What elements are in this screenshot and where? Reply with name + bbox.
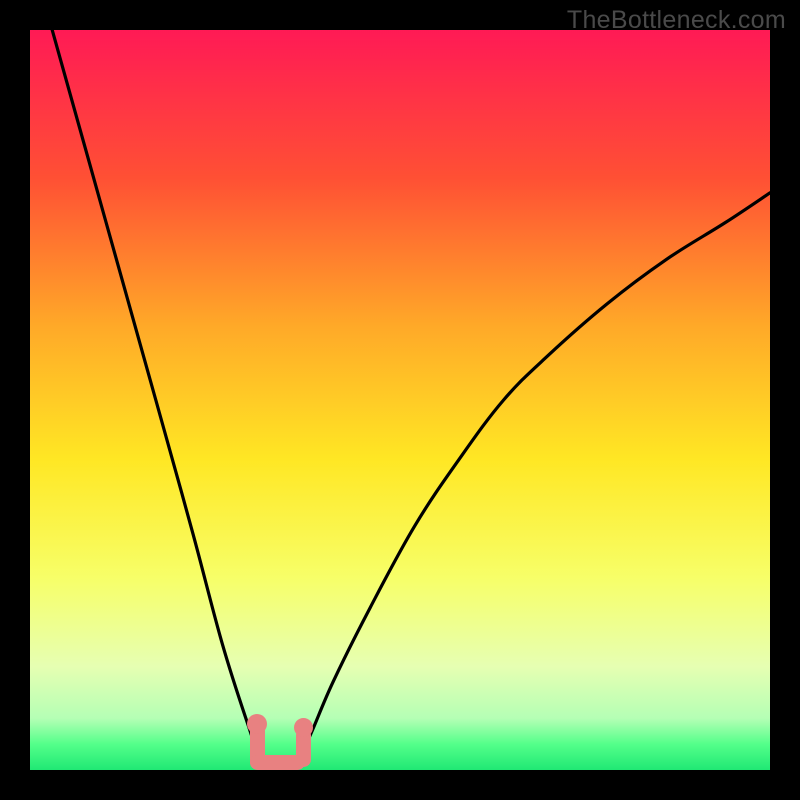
plot-area: [30, 30, 770, 770]
pink-stroke: [247, 714, 267, 734]
watermark-text: TheBottleneck.com: [567, 6, 786, 35]
chart-stage: TheBottleneck.com: [0, 0, 800, 800]
pink-stroke: [294, 718, 313, 737]
curve-path: [52, 30, 770, 764]
bottleneck-curve: [30, 30, 770, 770]
